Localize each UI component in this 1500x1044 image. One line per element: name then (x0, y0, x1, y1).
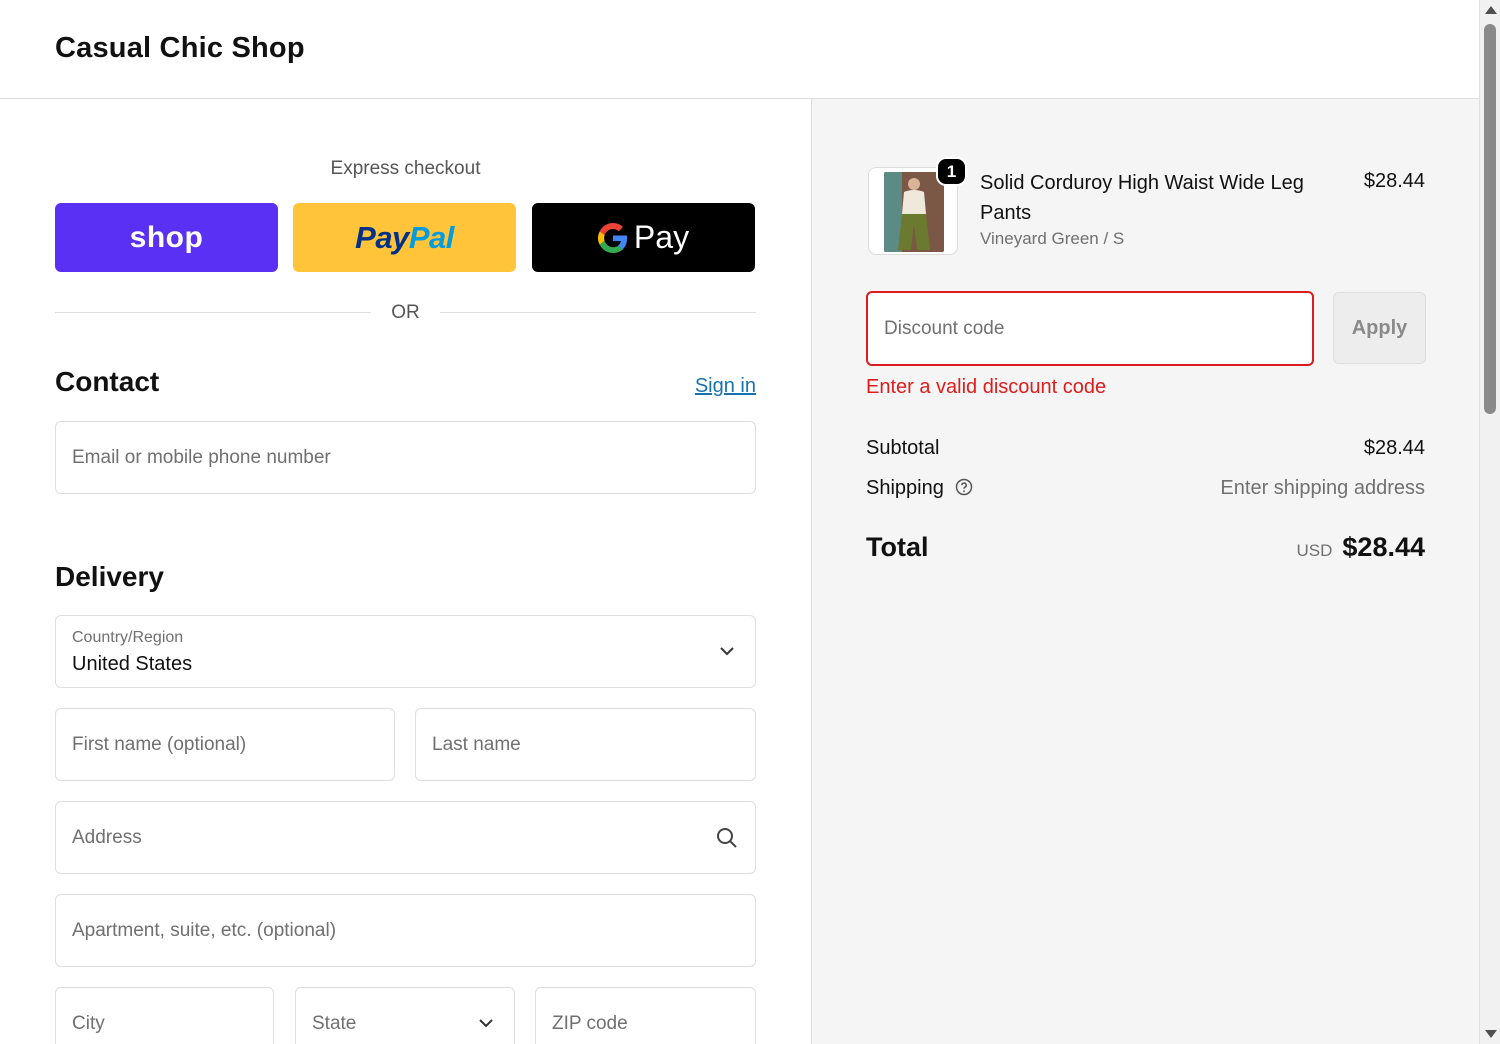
city-field[interactable]: City (55, 987, 274, 1044)
google-pay-logo: Pay (597, 219, 690, 256)
scroll-up-arrow-icon[interactable] (1485, 6, 1497, 14)
chevron-down-icon (715, 640, 739, 664)
delivery-title: Delivery (55, 561, 164, 592)
or-divider: OR (55, 301, 756, 325)
google-pay-button[interactable]: Pay (532, 203, 755, 272)
divider-line-right (440, 312, 756, 313)
google-pay-label: Pay (633, 219, 690, 255)
scrollbar-thumb[interactable] (1484, 24, 1496, 414)
product-price: $28.44 (1363, 170, 1425, 192)
chevron-down-icon (474, 1012, 498, 1036)
state-placeholder: State (312, 1012, 357, 1034)
country-value: United States (72, 653, 193, 675)
total-value: $28.44 (1342, 532, 1425, 562)
page-scrollbar[interactable] (1479, 0, 1500, 1044)
first-name-placeholder: First name (optional) (72, 733, 247, 755)
email-placeholder: Email or mobile phone number (72, 446, 331, 468)
subtotal-label: Subtotal (866, 437, 940, 459)
paypal-logo: PayPal (355, 219, 454, 255)
country-label: Country/Region (72, 629, 184, 646)
total-amount: USD $28.44 (1297, 532, 1426, 563)
last-name-placeholder: Last name (432, 733, 521, 755)
address-placeholder: Address (72, 826, 142, 848)
product-image (884, 172, 944, 252)
zip-placeholder: ZIP code (552, 1012, 628, 1034)
checkout-form: Express checkout shop PayPal Pay OR Cont… (0, 99, 811, 1044)
paypal-button[interactable]: PayPal (293, 203, 516, 272)
state-select[interactable]: State (295, 987, 515, 1044)
shipping-row-label: Shipping (866, 477, 973, 500)
help-circle-icon[interactable] (955, 478, 973, 496)
shop-pay-label: shop (129, 220, 204, 254)
scroll-down-arrow-icon[interactable] (1485, 1030, 1497, 1038)
email-field[interactable]: Email or mobile phone number (55, 421, 756, 494)
google-g-icon (597, 222, 627, 253)
sign-in-link[interactable]: Sign in (695, 375, 756, 398)
order-summary: 1 Solid Corduroy High Waist Wide Leg Pan… (811, 99, 1479, 1044)
express-checkout-label: Express checkout (330, 158, 481, 179)
shipping-value: Enter shipping address (1220, 477, 1425, 499)
product-variant: Vineyard Green / S (980, 229, 1125, 248)
product-title: Solid Corduroy High Waist Wide Leg Pants (980, 172, 1304, 224)
or-label: OR (391, 302, 420, 323)
first-name-field[interactable]: First name (optional) (55, 708, 395, 781)
shop-pay-button[interactable]: shop (55, 203, 278, 272)
contact-title: Contact (55, 366, 160, 397)
address-field[interactable]: Address (55, 801, 756, 874)
discount-placeholder: Discount code (884, 317, 1005, 339)
discount-error-message: Enter a valid discount code (866, 376, 1107, 398)
apartment-placeholder: Apartment, suite, etc. (optional) (72, 919, 337, 941)
discount-code-input[interactable]: Discount code (866, 291, 1314, 366)
subtotal-value: $28.44 (1363, 437, 1425, 459)
zip-field[interactable]: ZIP code (535, 987, 756, 1044)
shop-name[interactable]: Casual Chic Shop (55, 32, 305, 65)
quantity-badge: 1 (936, 157, 967, 186)
search-icon[interactable] (715, 826, 739, 850)
currency-code: USD (1296, 541, 1333, 560)
site-header: Casual Chic Shop (0, 0, 1479, 99)
apply-discount-button[interactable]: Apply (1333, 292, 1426, 364)
country-select[interactable]: Country/Region United States (55, 615, 756, 688)
apartment-field[interactable]: Apartment, suite, etc. (optional) (55, 894, 756, 967)
city-placeholder: City (72, 1012, 105, 1034)
last-name-field[interactable]: Last name (415, 708, 756, 781)
total-label: Total (866, 532, 929, 562)
shipping-label: Shipping (866, 477, 944, 499)
